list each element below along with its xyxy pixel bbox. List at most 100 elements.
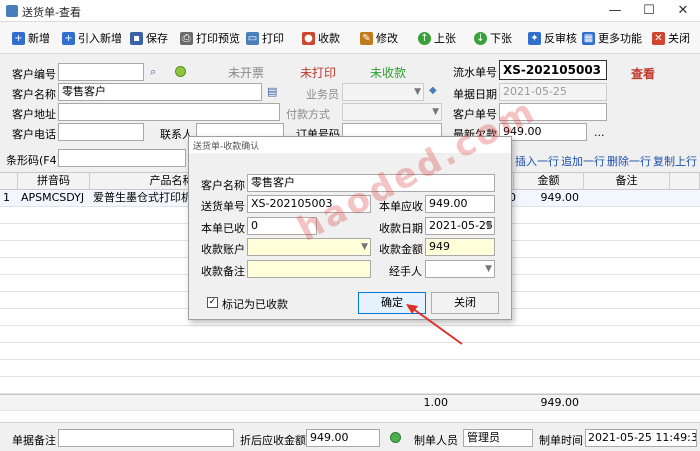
table-row[interactable] (0, 360, 700, 377)
grid-header-extra (670, 173, 700, 190)
delete-row-link[interactable]: 删除一行 (607, 153, 651, 169)
title-bar: 送货单-查看 — ☐ ✕ (0, 0, 700, 22)
row-index: 1 (3, 191, 10, 204)
append-row-link[interactable]: 追加一行 (561, 153, 605, 169)
customer-phone-label: 客户电话 (12, 128, 56, 141)
dlg-receivable-label: 本单应收 (379, 200, 423, 213)
dlg-account-select[interactable]: ▼ (247, 238, 371, 256)
row-amount[interactable]: 949.00 (514, 190, 582, 207)
maximize-button[interactable]: ☐ (632, 0, 666, 22)
collect-button[interactable]: ● 收款 (302, 28, 340, 48)
table-row[interactable] (0, 343, 700, 360)
dlg-bill-no-label: 送货单号 (201, 200, 245, 213)
print-label: 打印 (262, 32, 284, 45)
insert-row-link[interactable]: 插入一行 (515, 153, 559, 169)
import-new-button[interactable]: + 引入新增 (62, 28, 122, 48)
latest-debt-field: 949.00 (499, 123, 587, 141)
mark-paid-label: 标记为已收款 (222, 298, 288, 311)
dlg-collect-amount-field[interactable]: 949 (425, 238, 495, 256)
dlg-customer-name-label: 客户名称 (201, 179, 245, 192)
save-icon: ▪ (130, 31, 143, 45)
customer-code-input[interactable] (58, 63, 144, 81)
date-field[interactable]: 2021-05-25 (499, 83, 607, 101)
serial-field[interactable]: XS-202105003 (499, 60, 607, 80)
grid-header-pinyin[interactable]: 拼音码 (18, 173, 90, 190)
dlg-remark-input[interactable] (247, 260, 371, 278)
totals-row: 1.00 949.00 (0, 394, 700, 411)
table-row[interactable] (0, 326, 700, 343)
dlg-collect-date-field[interactable]: 2021-05-25 ▼ (425, 217, 495, 235)
status-invoice: 未开票 (228, 66, 265, 80)
window-close-button[interactable]: ✕ (666, 0, 700, 22)
arrow-up-icon: ↑ (418, 31, 431, 45)
time-label: 制单时间 (539, 434, 583, 447)
eraser-icon[interactable]: ◆ (429, 85, 437, 96)
close-button[interactable]: ✕ 关闭 (652, 28, 690, 48)
cust-bill-input[interactable] (499, 103, 607, 121)
unaudit-label: 反审核 (544, 32, 577, 45)
save-label: 保存 (146, 32, 168, 45)
prev-sheet-button[interactable]: ↑ 上张 (418, 28, 456, 48)
dlg-received-field[interactable]: 0 (247, 217, 317, 235)
prev-sheet-label: 上张 (434, 32, 456, 45)
dlg-received-label: 本单已收 (201, 222, 245, 235)
dlg-handler-select[interactable]: ▼ (425, 260, 495, 278)
note-input[interactable] (58, 429, 234, 447)
dlg-bill-no-field[interactable]: XS-202105003 (247, 195, 371, 213)
row-pinyin[interactable]: APSMCSDYJ (18, 190, 90, 207)
barcode-input[interactable] (58, 149, 186, 167)
maker-label: 制单人员 (414, 434, 458, 447)
grid-header-index (0, 173, 18, 190)
save-button[interactable]: ▪ 保存 (130, 28, 168, 48)
grid-header-amount[interactable]: 金额 (514, 173, 584, 190)
status-dot-icon (175, 66, 186, 77)
arrow-down-icon: ↓ (474, 31, 487, 45)
unaudit-button[interactable]: ✦ 反审核 (528, 28, 577, 48)
print-preview-icon: ⎙ (180, 31, 193, 45)
new-button[interactable]: + 新增 (12, 28, 50, 48)
printer-icon: ▭ (246, 31, 259, 45)
dlg-collect-amount-label: 收款金额 (379, 243, 423, 256)
customer-phone-input[interactable] (58, 123, 144, 141)
dlg-receivable-field[interactable]: 949.00 (425, 195, 495, 213)
dlg-collect-date-label: 收款日期 (379, 222, 423, 235)
customer-name-field[interactable]: 零售客户 (58, 83, 262, 101)
close-icon: ✕ (652, 31, 665, 45)
print-preview-button[interactable]: ⎙ 打印预览 (180, 28, 240, 48)
copy-row-link[interactable]: 复制上行 (653, 153, 697, 169)
annotation-arrow-icon (406, 304, 463, 345)
payment-select[interactable]: ▼ (342, 103, 442, 121)
search-icon[interactable]: ⌕ (150, 65, 156, 79)
app-icon (6, 5, 18, 17)
table-row[interactable] (0, 377, 700, 394)
grid-header-note[interactable]: 备注 (584, 173, 670, 190)
plus-icon: + (62, 31, 75, 45)
dlg-remark-label: 收款备注 (201, 265, 245, 278)
print-button[interactable]: ▭ 打印 (246, 28, 284, 48)
more-icon: ▦ (582, 31, 595, 45)
next-sheet-button[interactable]: ↓ 下张 (474, 28, 512, 48)
note-label: 单据备注 (12, 434, 56, 447)
customer-addr-input[interactable] (58, 103, 280, 121)
window-title: 送货单-查看 (22, 6, 81, 19)
salesman-select[interactable]: ▼ (342, 83, 424, 101)
collect-label: 收款 (318, 32, 340, 45)
dlg-customer-name-field[interactable]: 零售客户 (247, 174, 495, 192)
date-label: 单据日期 (453, 88, 497, 101)
serial-label: 流水单号 (453, 66, 497, 79)
chevron-down-icon: ▼ (432, 107, 439, 117)
status-print: 未打印 (300, 66, 337, 80)
salesman-label: 业务员 (306, 88, 339, 101)
customer-select-icon[interactable]: ▤ (267, 85, 277, 98)
footer-bar: 单据备注 折后应收金额 949.00 制单人员 管理员 制单时间 2021-05… (0, 422, 700, 451)
mark-paid-checkbox[interactable]: ✓ (207, 297, 218, 308)
unaudit-icon: ✦ (528, 31, 541, 45)
minimize-button[interactable]: — (598, 0, 632, 22)
chevron-down-icon: ▼ (361, 242, 368, 252)
time-field: 2021-05-25 11:49:30 (585, 429, 697, 447)
more-button[interactable]: ▦ 更多功能 (582, 28, 642, 48)
edit-label: 修改 (376, 32, 398, 45)
more-debt-button[interactable]: ... (594, 126, 605, 139)
chevron-down-icon: ▼ (414, 87, 421, 97)
edit-button[interactable]: ✎ 修改 (360, 28, 398, 48)
